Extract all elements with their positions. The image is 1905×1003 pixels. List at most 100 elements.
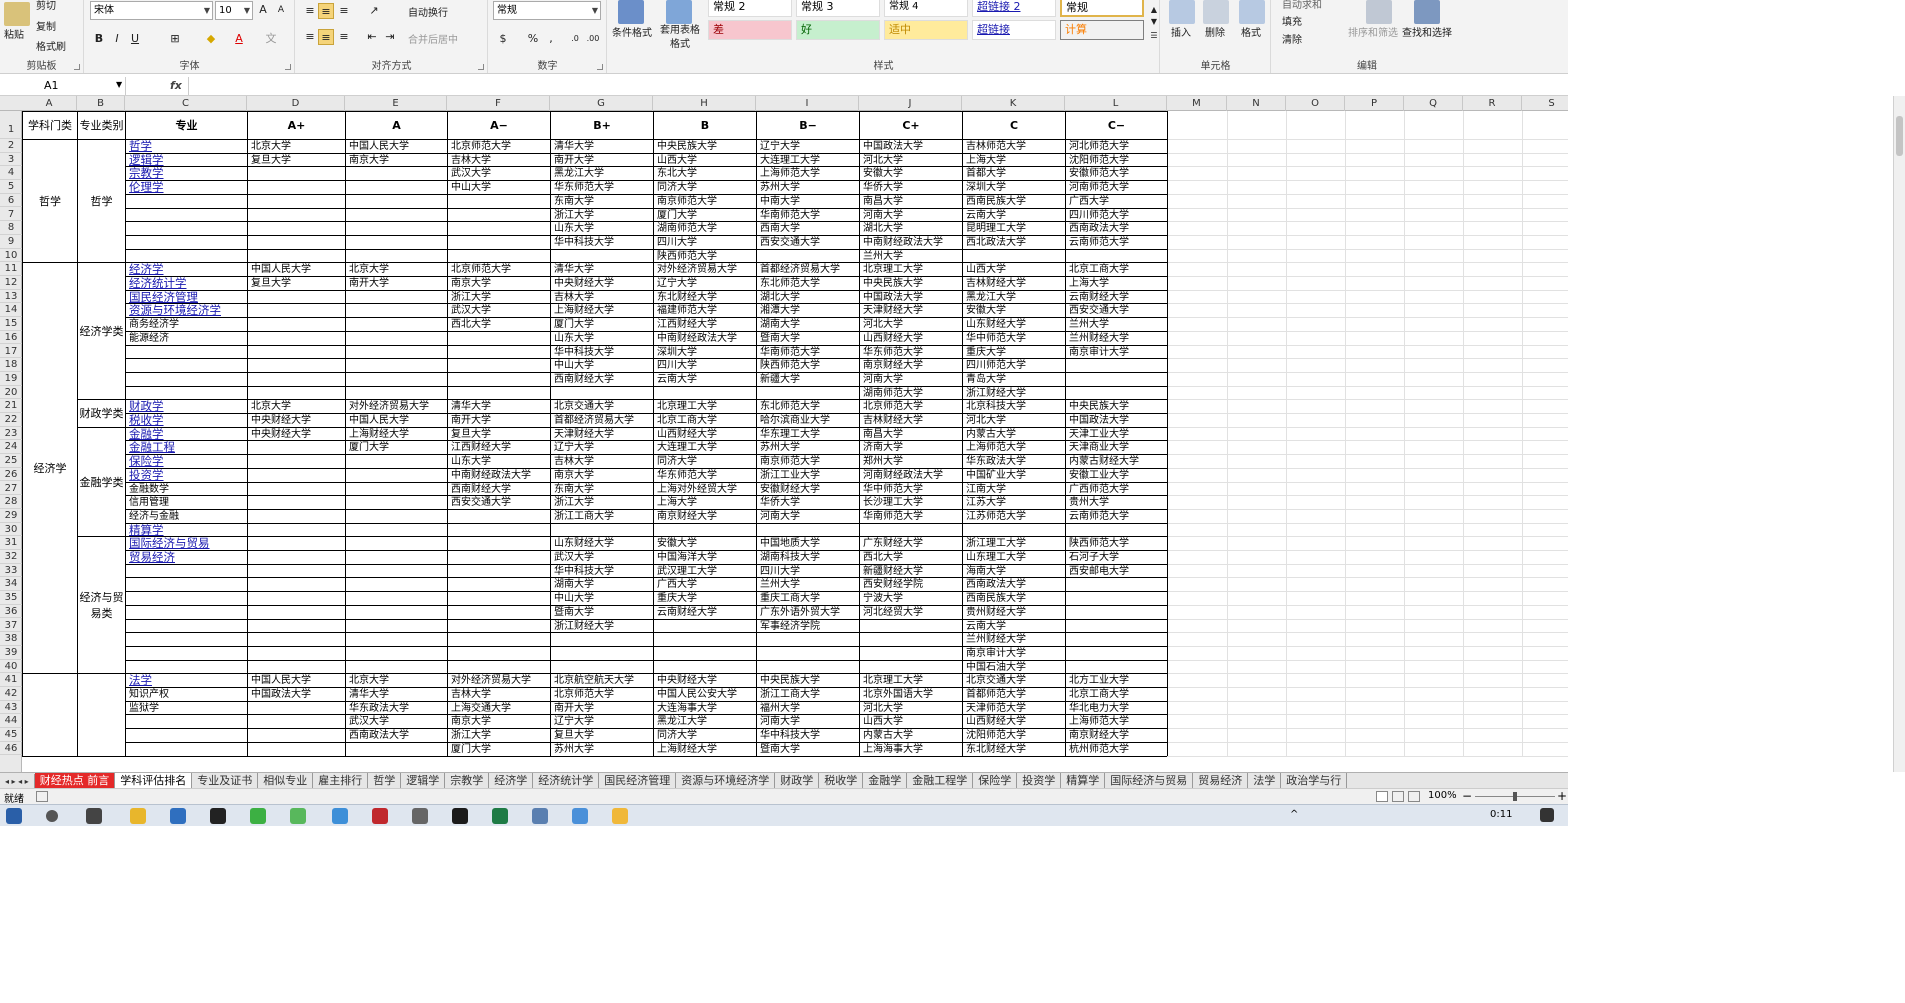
- row-header[interactable]: 38: [0, 632, 22, 646]
- format-cells-icon[interactable]: [1239, 0, 1265, 24]
- style-hyperlink-2[interactable]: 超链接 2: [972, 0, 1056, 17]
- grade-cell[interactable]: 吉林财经大学: [963, 277, 1065, 290]
- grade-cell[interactable]: 西北政法大学: [963, 236, 1065, 249]
- grade-cell[interactable]: 南京审计大学: [1066, 346, 1167, 359]
- sheet-tab[interactable]: 经济统计学: [533, 773, 600, 788]
- tray-expand-icon[interactable]: ^: [1290, 809, 1298, 820]
- grade-cell[interactable]: 吉林大学: [448, 154, 550, 167]
- normal-view-icon[interactable]: [1376, 791, 1388, 802]
- grade-cell[interactable]: 西北大学: [860, 551, 962, 564]
- row-header[interactable]: 4: [0, 166, 22, 181]
- column-header[interactable]: O: [1286, 96, 1345, 111]
- grade-cell[interactable]: 西南政法大学: [963, 578, 1065, 591]
- grade-cell[interactable]: 福州大学: [757, 702, 859, 715]
- grade-cell[interactable]: 暨南大学: [757, 332, 859, 345]
- search-icon[interactable]: [46, 810, 58, 822]
- grade-cell[interactable]: 西安财经学院: [860, 578, 962, 591]
- grade-cell[interactable]: 北京大学: [248, 400, 345, 413]
- grade-cell[interactable]: 安徽工业大学: [1066, 469, 1167, 482]
- grade-cell[interactable]: 安徽大学: [654, 537, 756, 550]
- style-bad[interactable]: 差: [708, 20, 792, 40]
- row-header[interactable]: 19: [0, 372, 22, 386]
- grade-cell[interactable]: 南京大学: [551, 469, 653, 482]
- grade-cell[interactable]: 西安交通大学: [757, 236, 859, 249]
- grade-cell[interactable]: 沈阳师范大学: [963, 729, 1065, 742]
- merge-center-button[interactable]: 合并后居中: [408, 31, 458, 46]
- grade-cell[interactable]: 南昌大学: [860, 428, 962, 441]
- row-header[interactable]: 29: [0, 509, 22, 523]
- sheet-tab[interactable]: 政治学与行: [1281, 773, 1348, 788]
- grade-cell[interactable]: 四川师范大学: [1066, 209, 1167, 222]
- grade-cell[interactable]: 厦门大学: [346, 441, 447, 454]
- style-normal-4[interactable]: 常规 4: [884, 0, 968, 17]
- grade-cell[interactable]: 南京审计大学: [963, 647, 1065, 660]
- page-layout-icon[interactable]: [1392, 791, 1404, 802]
- clipboard-launcher-icon[interactable]: [74, 64, 80, 70]
- grade-cell[interactable]: 中国人民大学: [248, 674, 345, 687]
- grade-cell[interactable]: 中央财经大学: [551, 277, 653, 290]
- conditional-format-icon[interactable]: [618, 0, 644, 24]
- grade-cell[interactable]: 兰州大学: [1066, 318, 1167, 331]
- column-header[interactable]: B: [77, 96, 125, 111]
- grade-cell[interactable]: 云南大学: [654, 373, 756, 386]
- major-cell[interactable]: 财政学: [126, 400, 247, 413]
- grade-cell[interactable]: 中央民族大学: [654, 140, 756, 153]
- grade-cell[interactable]: 湖南大学: [757, 318, 859, 331]
- grade-cell[interactable]: 复旦大学: [248, 277, 345, 290]
- grade-cell[interactable]: 中山大学: [551, 359, 653, 372]
- grade-cell[interactable]: 浙江工商大学: [757, 688, 859, 701]
- wrap-text-button[interactable]: 自动换行: [408, 4, 448, 19]
- column-header[interactable]: K: [962, 96, 1065, 111]
- file-explorer-icon[interactable]: [130, 808, 146, 824]
- name-box-dropdown-icon[interactable]: ▼: [116, 80, 122, 89]
- insert-function-icon[interactable]: fx: [170, 77, 182, 95]
- grade-cell[interactable]: 安徽大学: [963, 304, 1065, 317]
- excel-icon[interactable]: [492, 808, 508, 824]
- start-icon[interactable]: [6, 808, 22, 824]
- grade-cell[interactable]: 上海财经大学: [551, 304, 653, 317]
- grade-cell[interactable]: 首都经济贸易大学: [757, 263, 859, 276]
- sheet-tab[interactable]: 金融工程学: [907, 773, 974, 788]
- grade-cell[interactable]: 中央财经大学: [248, 414, 345, 427]
- row-header[interactable]: 36: [0, 605, 22, 619]
- grade-cell[interactable]: 江苏师范大学: [963, 510, 1065, 523]
- sheet-tab[interactable]: 保险学: [973, 773, 1018, 788]
- grade-cell[interactable]: 天津财经大学: [551, 428, 653, 441]
- grade-cell[interactable]: 浙江大学: [551, 496, 653, 509]
- align-center-icon[interactable]: ≡: [318, 29, 334, 45]
- grade-cell[interactable]: 北京工商大学: [1066, 688, 1167, 701]
- grade-cell[interactable]: 对外经济贸易大学: [346, 400, 447, 413]
- grade-cell[interactable]: 西安邮电大学: [1066, 565, 1167, 578]
- monitor-icon[interactable]: [532, 808, 548, 824]
- copy-button[interactable]: 复制: [36, 18, 56, 33]
- bold-icon[interactable]: B: [91, 31, 107, 47]
- format-painter-button[interactable]: 格式刷: [36, 38, 66, 53]
- discipline-cell[interactable]: 经济学: [23, 263, 77, 674]
- grade-cell[interactable]: 湖北大学: [757, 291, 859, 304]
- grade-cell[interactable]: 上海交通大学: [448, 702, 550, 715]
- grade-cell[interactable]: 华东政法大学: [963, 455, 1065, 468]
- sheet-tab[interactable]: 逻辑学: [401, 773, 446, 788]
- grade-cell[interactable]: 湖北大学: [860, 222, 962, 235]
- grade-cell[interactable]: 河南大学: [860, 373, 962, 386]
- grade-cell[interactable]: 华中科技大学: [757, 729, 859, 742]
- grade-cell[interactable]: 西南政法大学: [1066, 222, 1167, 235]
- grade-cell[interactable]: 湖南科技大学: [757, 551, 859, 564]
- grade-cell[interactable]: 山东财经大学: [551, 537, 653, 550]
- grade-cell[interactable]: 陕西师范大学: [654, 250, 756, 263]
- sheet-tab[interactable]: 精算学: [1061, 773, 1106, 788]
- style-normal-2[interactable]: 常规 2: [708, 0, 792, 17]
- grade-cell[interactable]: 广西师范大学: [1066, 483, 1167, 496]
- grade-cell[interactable]: 同济大学: [654, 455, 756, 468]
- grade-cell[interactable]: 长沙理工大学: [860, 496, 962, 509]
- grade-cell[interactable]: 贵州大学: [1066, 496, 1167, 509]
- column-header[interactable]: J: [859, 96, 962, 111]
- major-cell[interactable]: 税收学: [126, 414, 247, 427]
- delete-button[interactable]: 删除: [1205, 24, 1225, 39]
- grade-cell[interactable]: 西南民族大学: [963, 195, 1065, 208]
- row-header[interactable]: 31: [0, 536, 22, 550]
- grade-cell[interactable]: 天津师范大学: [963, 702, 1065, 715]
- sheet-tab[interactable]: 金融学: [863, 773, 908, 788]
- grade-cell[interactable]: 东北师范大学: [757, 277, 859, 290]
- major-cell[interactable]: 保险学: [126, 455, 247, 468]
